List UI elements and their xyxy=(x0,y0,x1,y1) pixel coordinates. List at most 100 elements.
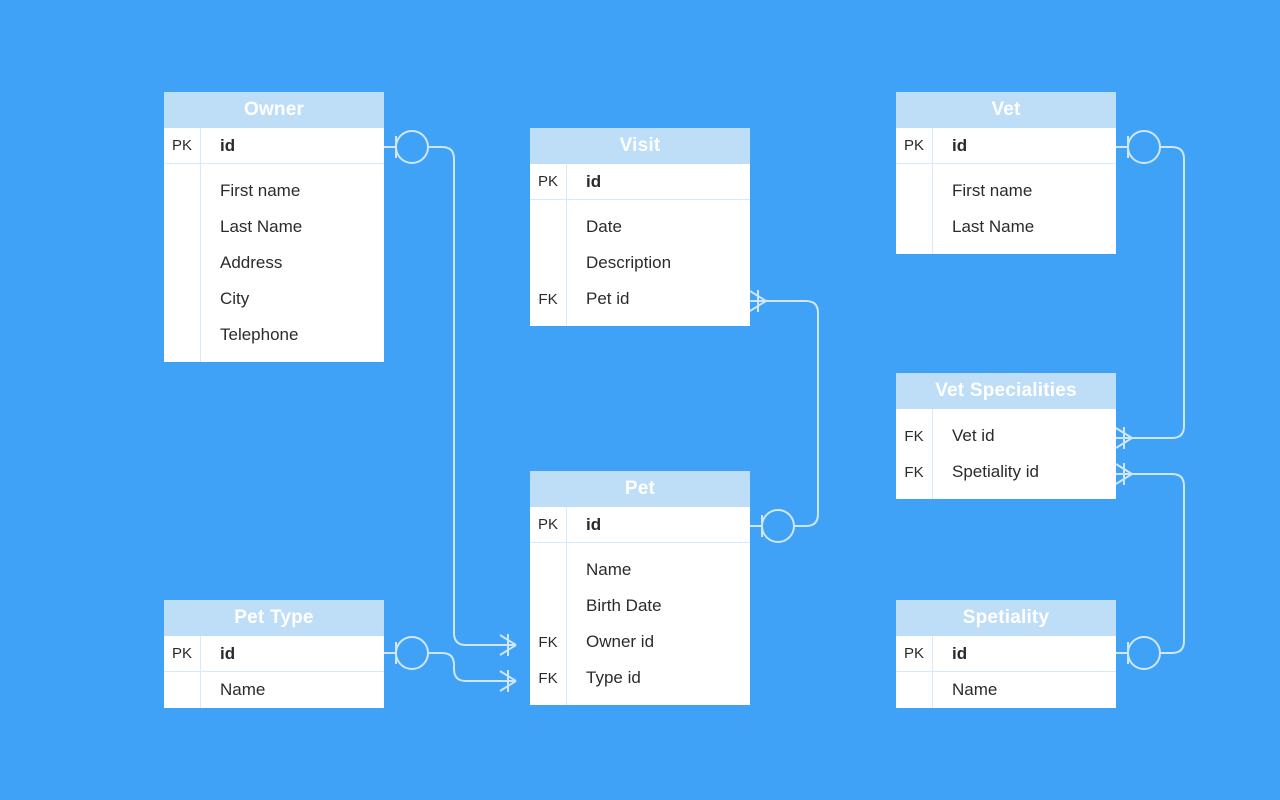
attribute-name: Address xyxy=(200,245,384,281)
table-row: Description xyxy=(530,245,750,281)
key-badge: FK xyxy=(538,290,558,308)
attribute-name: Vet id xyxy=(932,418,1116,454)
attribute-name: id xyxy=(566,163,750,200)
table-row: FK Spetiality id xyxy=(896,454,1116,490)
attribute-name: Name xyxy=(566,552,750,588)
table-row: FK Owner id xyxy=(530,624,750,660)
entity-vet[interactable]: Vet PK id First name Last Name xyxy=(896,92,1116,254)
attribute-name: First name xyxy=(932,173,1116,209)
key-badge: PK xyxy=(903,137,924,154)
attribute-name: Name xyxy=(932,672,1116,708)
attribute-name: Type id xyxy=(566,660,750,696)
er-diagram-canvas: Owner PK id First name Last Name Address… xyxy=(0,0,1280,800)
attribute-name: City xyxy=(200,281,384,317)
table-row: PK id xyxy=(896,127,1116,164)
attribute-name: id xyxy=(200,635,384,672)
table-row: Name xyxy=(530,552,750,588)
column-divider xyxy=(932,672,933,708)
entity-vet-specialities-title: Vet Specialities xyxy=(896,373,1116,409)
row-spacer xyxy=(530,543,750,552)
attribute-name: Date xyxy=(566,209,750,245)
entity-spetiality-body: PK id Name xyxy=(896,635,1116,708)
entity-vet-body: PK id First name Last Name xyxy=(896,127,1116,254)
attribute-group: First name Last Name Address City Teleph… xyxy=(164,164,384,362)
table-row: PK id xyxy=(530,506,750,543)
attribute-name: First name xyxy=(200,173,384,209)
row-spacer xyxy=(896,245,1116,254)
attribute-group: Name xyxy=(164,672,384,708)
entity-vet-specialities-body: FK Vet id FK Spetiality id xyxy=(896,409,1116,499)
column-divider xyxy=(566,200,567,326)
entity-pet-type[interactable]: Pet Type PK id Name xyxy=(164,600,384,708)
attribute-name: id xyxy=(932,127,1116,164)
attribute-name: id xyxy=(200,127,384,164)
table-row: Name xyxy=(896,672,1116,708)
row-spacer xyxy=(164,353,384,362)
row-spacer xyxy=(164,164,384,173)
key-badge: FK xyxy=(904,427,924,445)
table-row: FK Pet id xyxy=(530,281,750,317)
table-row: FK Vet id xyxy=(896,418,1116,454)
table-row: PK id xyxy=(164,635,384,672)
entity-visit-title: Visit xyxy=(530,128,750,164)
table-row: PK id xyxy=(164,127,384,164)
table-row: First name xyxy=(164,173,384,209)
attribute-group: Name Birth Date FK Owner id FK Type id xyxy=(530,543,750,705)
entity-pet[interactable]: Pet PK id Name Birth Date FK Owner id FK… xyxy=(530,471,750,705)
row-spacer xyxy=(896,490,1116,499)
key-badge: PK xyxy=(171,137,192,154)
attribute-name: Last Name xyxy=(932,209,1116,245)
table-row: Last Name xyxy=(164,209,384,245)
table-row: PK id xyxy=(530,163,750,200)
entity-spetiality[interactable]: Spetiality PK id Name xyxy=(896,600,1116,708)
attribute-group: First name Last Name xyxy=(896,164,1116,254)
attribute-group: Date Description FK Pet id xyxy=(530,200,750,326)
attribute-name: Description xyxy=(566,245,750,281)
attribute-name: id xyxy=(932,635,1116,672)
attribute-name: Owner id xyxy=(566,624,750,660)
row-spacer xyxy=(530,317,750,326)
entity-vet-title: Vet xyxy=(896,92,1116,128)
column-divider xyxy=(200,164,201,362)
entity-pet-title: Pet xyxy=(530,471,750,507)
entity-owner[interactable]: Owner PK id First name Last Name Address… xyxy=(164,92,384,362)
key-badge: PK xyxy=(537,173,558,190)
table-row: City xyxy=(164,281,384,317)
attribute-name: Pet id xyxy=(566,281,750,317)
entity-visit[interactable]: Visit PK id Date Description FK Pet id xyxy=(530,128,750,326)
attribute-group: FK Vet id FK Spetiality id xyxy=(896,409,1116,499)
entity-pet-type-title: Pet Type xyxy=(164,600,384,636)
entity-owner-body: PK id First name Last Name Address City … xyxy=(164,127,384,362)
attribute-name: id xyxy=(566,506,750,543)
row-spacer xyxy=(896,164,1116,173)
column-divider xyxy=(566,543,567,705)
connector-pettype-pet xyxy=(384,636,517,692)
connector-vet-vetspecialities xyxy=(1115,130,1185,449)
table-row: PK id xyxy=(896,635,1116,672)
entity-pet-body: PK id Name Birth Date FK Owner id FK Typ… xyxy=(530,506,750,705)
attribute-name: Telephone xyxy=(200,317,384,353)
row-spacer xyxy=(896,409,1116,418)
table-row: Birth Date xyxy=(530,588,750,624)
table-row: Last Name xyxy=(896,209,1116,245)
table-row: Name xyxy=(164,672,384,708)
entity-owner-title: Owner xyxy=(164,92,384,128)
table-row: Address xyxy=(164,245,384,281)
key-badge: FK xyxy=(538,633,558,651)
entity-spetiality-title: Spetiality xyxy=(896,600,1116,636)
attribute-name: Spetiality id xyxy=(932,454,1116,490)
table-row: First name xyxy=(896,173,1116,209)
key-badge: FK xyxy=(904,463,924,481)
column-divider xyxy=(200,672,201,708)
attribute-name: Birth Date xyxy=(566,588,750,624)
column-divider xyxy=(932,409,933,499)
row-spacer xyxy=(530,200,750,209)
connector-pet-visit xyxy=(749,290,819,543)
table-row: Telephone xyxy=(164,317,384,353)
row-spacer xyxy=(530,696,750,705)
table-row: Date xyxy=(530,209,750,245)
key-badge: PK xyxy=(537,516,558,533)
entity-vet-specialities[interactable]: Vet Specialities FK Vet id FK Spetiality… xyxy=(896,373,1116,499)
key-badge: PK xyxy=(171,645,192,662)
entity-visit-body: PK id Date Description FK Pet id xyxy=(530,163,750,326)
